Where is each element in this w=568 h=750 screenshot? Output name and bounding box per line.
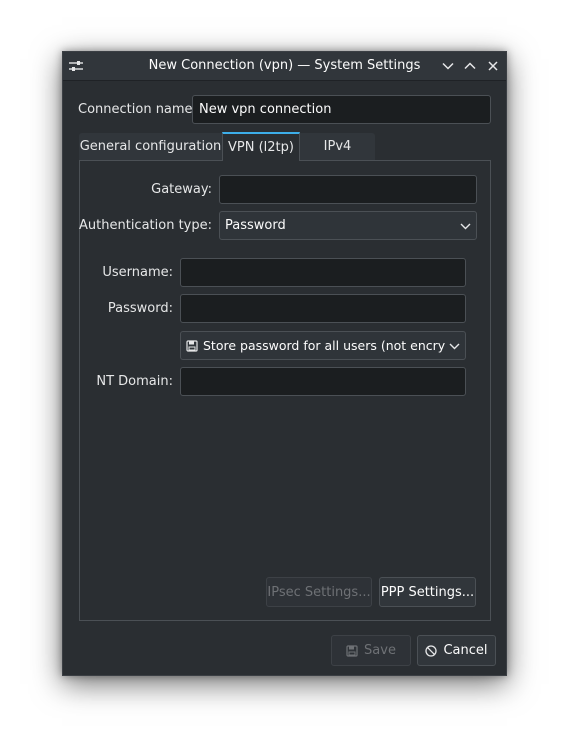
cancel-label: Cancel	[443, 643, 488, 658]
floppy-disk-icon	[186, 339, 198, 352]
cancel-button[interactable]: Cancel	[417, 635, 496, 666]
nt-domain-input[interactable]	[180, 367, 466, 396]
vpn-settings-panel: Gateway: Authentication type: Password U…	[79, 160, 491, 621]
ppp-settings-button[interactable]: PPP Settings...	[379, 577, 476, 607]
store-password-select[interactable]: Store password for all users (not encryp…	[180, 331, 466, 360]
save-label: Save	[364, 643, 396, 658]
username-input[interactable]	[180, 258, 466, 287]
chevron-down-icon	[449, 343, 460, 349]
floppy-disk-icon	[346, 644, 358, 657]
nt-domain-label: NT Domain:	[96, 374, 173, 389]
gateway-label: Gateway:	[151, 182, 212, 197]
ipsec-settings-button[interactable]: IPsec Settings...	[266, 577, 372, 607]
tab-ipv4[interactable]: IPv4	[300, 133, 375, 160]
tab-label: IPv4	[323, 139, 352, 154]
chevron-down-icon	[442, 62, 454, 70]
username-label: Username:	[102, 265, 173, 280]
title-bar[interactable]: New Connection (vpn) — System Settings	[63, 52, 506, 81]
password-label: Password:	[107, 301, 173, 316]
ppp-settings-label: PPP Settings...	[380, 584, 475, 600]
gateway-input[interactable]	[219, 175, 477, 204]
connection-name-input[interactable]: New vpn connection	[192, 95, 491, 124]
dialog-window: New Connection (vpn) — System Settings C…	[62, 51, 507, 676]
store-password-value: Store password for all users (not encryp…	[203, 338, 445, 353]
authentication-type-select[interactable]: Password	[219, 211, 477, 240]
tab-label: VPN (l2tp)	[228, 140, 294, 155]
authentication-type-value: Password	[225, 218, 286, 233]
tab-label: General configuration	[79, 139, 222, 154]
cancel-circle-icon	[425, 644, 438, 657]
save-button[interactable]: Save	[331, 635, 411, 666]
authentication-type-label: Authentication type:	[79, 218, 212, 233]
chevron-up-icon	[464, 62, 476, 70]
maximize-button[interactable]	[461, 57, 479, 75]
connection-name-label: Connection name:	[78, 102, 197, 117]
tab-general-configuration[interactable]: General configuration	[79, 133, 222, 160]
tab-vpn-l2tp[interactable]: VPN (l2tp)	[222, 132, 300, 161]
minimize-button[interactable]	[439, 57, 457, 75]
ipsec-settings-label: IPsec Settings...	[267, 584, 371, 600]
chevron-down-icon	[460, 223, 471, 229]
close-button[interactable]	[484, 57, 502, 75]
connection-name-value: New vpn connection	[199, 102, 332, 117]
close-icon	[488, 61, 498, 71]
password-input[interactable]	[180, 294, 466, 323]
